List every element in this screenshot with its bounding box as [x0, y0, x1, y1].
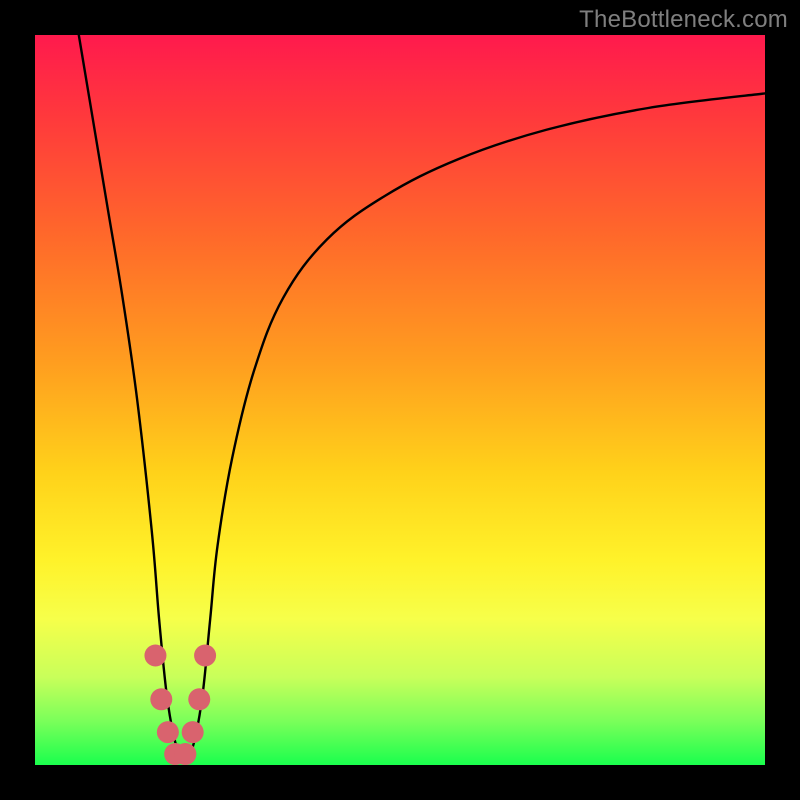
bottleneck-curve: [79, 35, 765, 761]
highlight-dot: [194, 645, 216, 667]
plot-area: [35, 35, 765, 765]
highlight-dot: [150, 688, 172, 710]
chart-svg: [35, 35, 765, 765]
highlight-markers: [144, 645, 216, 766]
highlight-dot: [144, 645, 166, 667]
highlight-dot: [174, 743, 196, 765]
chart-frame: TheBottleneck.com: [0, 0, 800, 800]
highlight-dot: [182, 721, 204, 743]
watermark-text: TheBottleneck.com: [579, 6, 788, 34]
highlight-dot: [157, 721, 179, 743]
highlight-dot: [188, 688, 210, 710]
